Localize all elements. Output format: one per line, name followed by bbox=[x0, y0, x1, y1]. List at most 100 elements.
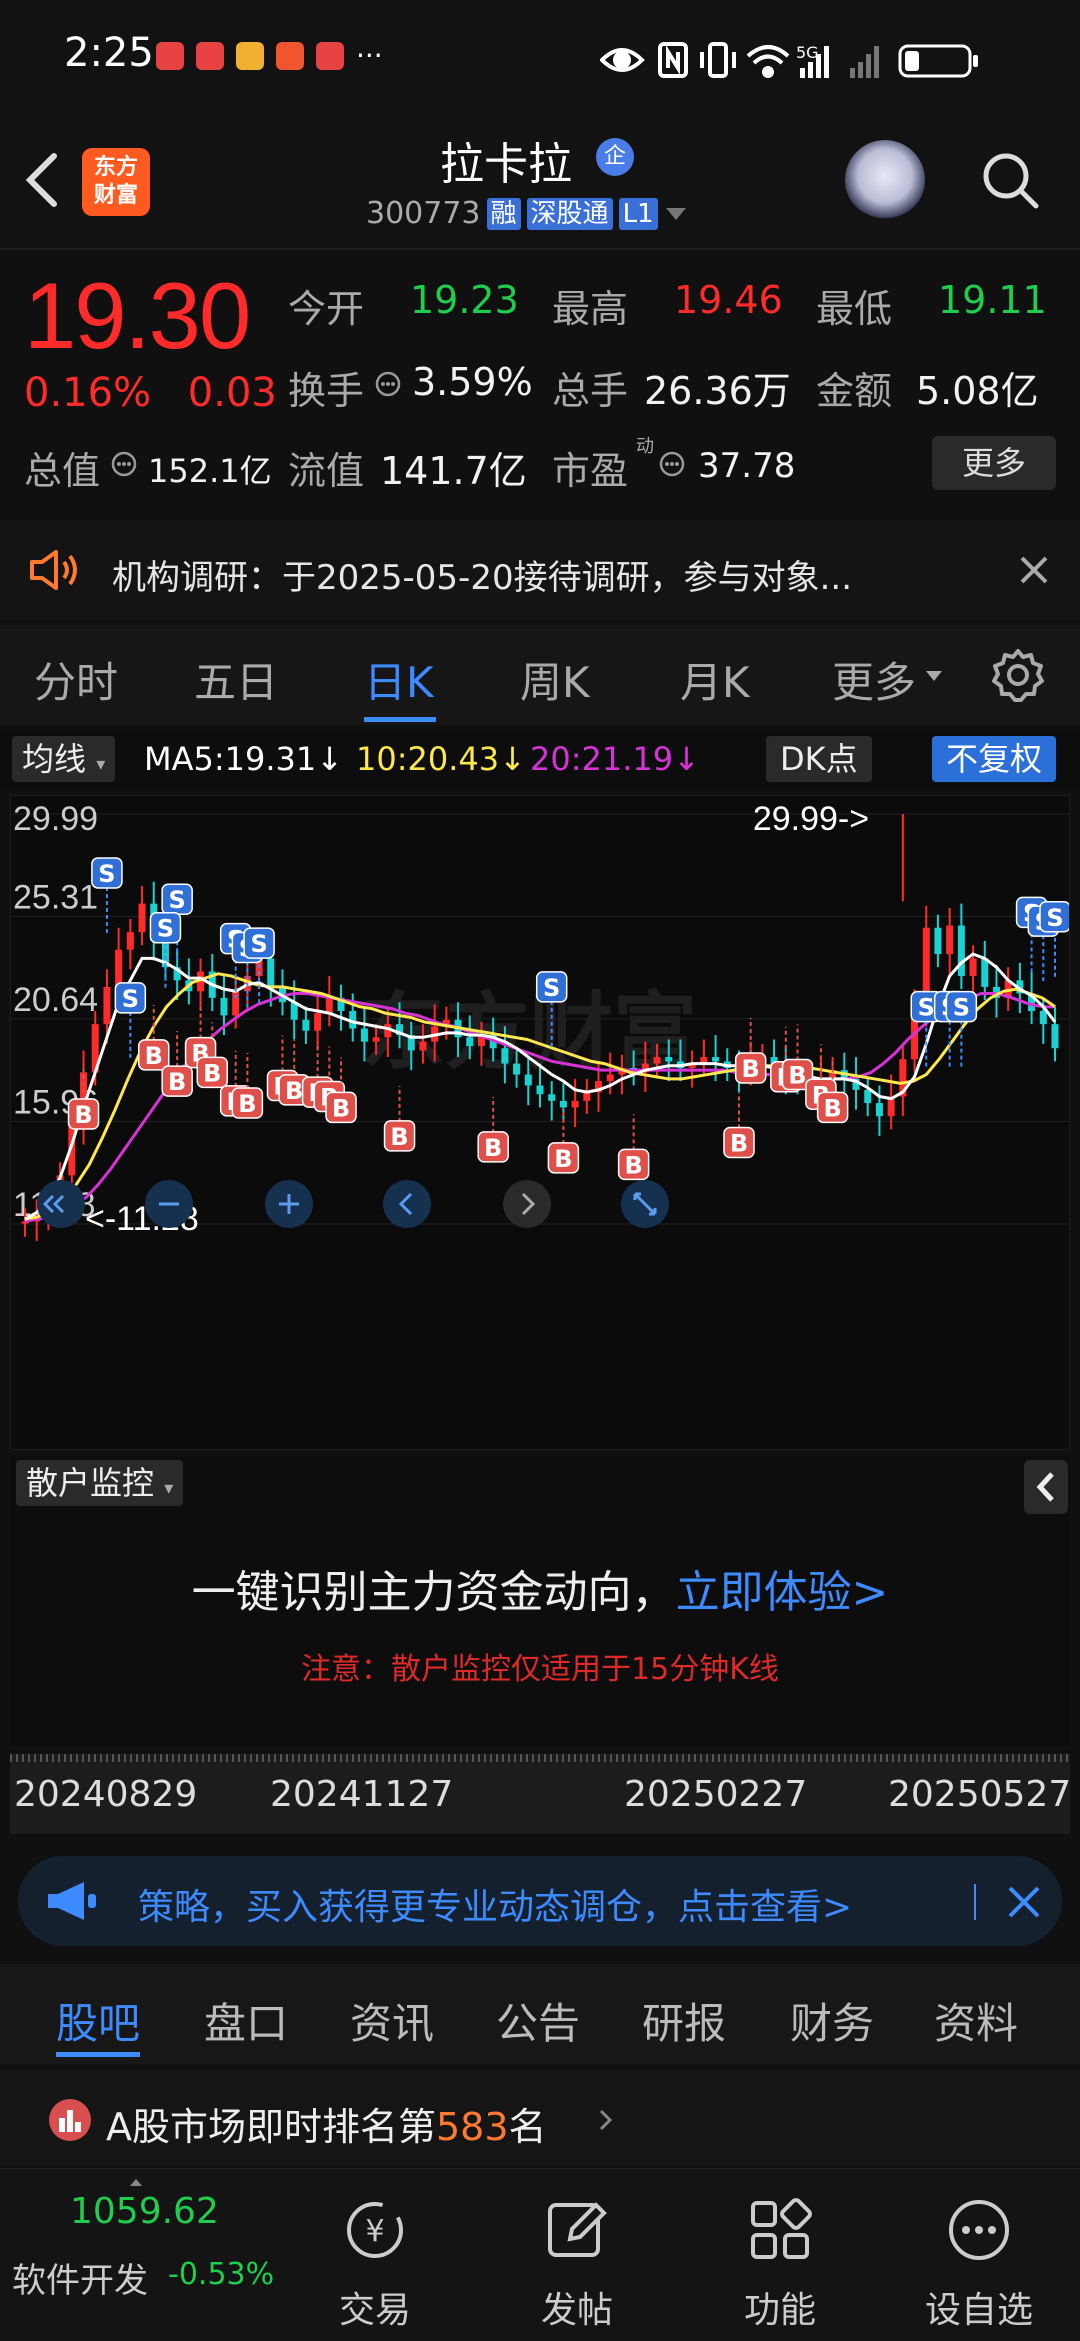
rank-text: A股市场即时排名第583名 bbox=[106, 2096, 547, 2151]
post-icon[interactable] bbox=[542, 2195, 612, 2265]
candle-body bbox=[267, 958, 275, 987]
stock-code-row[interactable]: 300773 融 深股通 L1 bbox=[366, 196, 688, 231]
volume-label: 总手 bbox=[552, 369, 629, 413]
buy-signal-label: B bbox=[624, 1151, 642, 1179]
sector-change: -0.53% bbox=[168, 2257, 275, 2292]
nav-add-watchlist[interactable]: 设自选 bbox=[909, 2281, 1049, 2333]
sector-name[interactable]: 软件开发 bbox=[12, 2253, 148, 2302]
fullscreen-button[interactable] bbox=[621, 1180, 669, 1228]
tab-intraday[interactable]: 分时 bbox=[34, 649, 118, 710]
buy-signal-label: B bbox=[788, 1062, 806, 1090]
no-adjust-button[interactable]: 不复权 bbox=[932, 736, 1057, 782]
strategy-banner[interactable]: 策略，买入获得更专业动态调仓，点击查看> bbox=[18, 1856, 1062, 1946]
logo-line: 东方 bbox=[93, 155, 138, 180]
info-icon[interactable] bbox=[374, 370, 402, 398]
candle-body bbox=[501, 1048, 509, 1064]
nav-trade[interactable]: 交易 bbox=[305, 2281, 445, 2333]
ma-selector-label: 均线 bbox=[22, 740, 87, 778]
ma-selector[interactable]: 均线 ▾ bbox=[12, 736, 116, 782]
notice-text: 机构调研：于2025-05-20接待调研，参与对象... bbox=[112, 558, 853, 598]
more-circle-icon[interactable] bbox=[944, 2195, 1014, 2265]
vibrate-icon bbox=[700, 42, 736, 78]
ma10-text: 10:20.43 bbox=[356, 740, 500, 778]
amount-value: 5.08亿 bbox=[916, 369, 1039, 413]
rewind-button[interactable] bbox=[37, 1180, 85, 1228]
indicator-selector[interactable]: 散户监控 ▾ bbox=[16, 1460, 184, 1506]
candle-body bbox=[372, 1037, 380, 1042]
zoom-in-button[interactable] bbox=[265, 1180, 313, 1228]
notification-icons: ··· bbox=[156, 42, 383, 70]
speaker-icon bbox=[30, 550, 77, 590]
price-change: 0.16% 0.03 bbox=[24, 370, 277, 416]
info-icon[interactable] bbox=[110, 450, 138, 478]
dk-points-button[interactable]: DK点 bbox=[766, 736, 872, 782]
chevron-right-icon bbox=[599, 2109, 613, 2131]
collapse-arrow-button[interactable] bbox=[1024, 1460, 1068, 1514]
buy-signal-label: B bbox=[74, 1101, 92, 1129]
chart-toolbar: 均线 ▾ MA5:19.31↓ 10:20.43↓ 20:21.19↓ DK点 … bbox=[0, 730, 1080, 790]
high-label: 最高 bbox=[552, 287, 629, 331]
app-logo[interactable]: 东方 财富 bbox=[82, 148, 150, 216]
info-icon[interactable] bbox=[658, 450, 686, 478]
sell-signal-label: S bbox=[250, 930, 267, 958]
candle-body bbox=[571, 1100, 579, 1108]
tab-five-day[interactable]: 五日 bbox=[194, 649, 278, 710]
back-icon[interactable] bbox=[22, 150, 62, 210]
zoom-out-button[interactable] bbox=[145, 1180, 193, 1228]
gear-icon[interactable] bbox=[990, 647, 1046, 703]
tab-guba[interactable]: 股吧 bbox=[56, 1990, 140, 2051]
buy-signal-label: B bbox=[823, 1094, 841, 1122]
system-status-icons: 5G bbox=[600, 42, 978, 78]
tab-more[interactable]: 更多 bbox=[832, 649, 916, 710]
tab-announcements[interactable]: 公告 bbox=[496, 1990, 580, 2051]
next-button[interactable] bbox=[503, 1180, 551, 1228]
function-grid-icon[interactable] bbox=[745, 2195, 815, 2265]
tab-daily-k[interactable]: 日K bbox=[364, 649, 434, 710]
candle-body bbox=[536, 1085, 544, 1095]
amount-label: 金额 bbox=[816, 369, 893, 413]
turnover-value: 3.59% bbox=[412, 360, 533, 404]
ma20-value: 20:21.19↓ bbox=[530, 740, 700, 778]
tab-financials[interactable]: 财务 bbox=[790, 1990, 874, 2051]
tab-research[interactable]: 研报 bbox=[642, 1990, 726, 2051]
tab-news[interactable]: 资讯 bbox=[350, 1990, 434, 2051]
caret-up-icon bbox=[130, 2179, 142, 2186]
nav-function[interactable]: 功能 bbox=[710, 2281, 850, 2333]
status-bar: 2:25 ··· 5G bbox=[0, 0, 1080, 120]
open-value: 19.23 bbox=[410, 278, 519, 322]
rank-prefix: A股市场即时排名第 bbox=[106, 2105, 436, 2149]
tab-monthly-k[interactable]: 月K bbox=[680, 649, 750, 710]
volume-value: 26.36万 bbox=[644, 369, 791, 413]
search-icon[interactable] bbox=[980, 150, 1040, 210]
kline-chart[interactable]: 29.9925.3120.6415.9611.28东方财富SSSSSSSSSSS… bbox=[10, 795, 1070, 1450]
sector-index-value[interactable]: 1059.62 bbox=[70, 2191, 219, 2232]
date-tick: 20250227 bbox=[624, 1774, 808, 1815]
open-label: 今开 bbox=[288, 287, 365, 331]
notice-banner[interactable]: 机构调研：于2025-05-20接待调研，参与对象... bbox=[0, 520, 1080, 620]
change-amount: 0.03 bbox=[187, 370, 277, 416]
buy-signal-label: B bbox=[332, 1094, 350, 1122]
tab-pankou[interactable]: 盘口 bbox=[204, 1990, 288, 2051]
y-tick-label: 20.64 bbox=[13, 981, 98, 1019]
max-annotation: 29.99-> bbox=[753, 800, 869, 838]
monitor-headline: 一键识别主力资金动向， bbox=[191, 1567, 676, 1618]
trade-icon[interactable]: ¥ bbox=[340, 2195, 410, 2265]
assistant-avatar[interactable] bbox=[845, 140, 925, 220]
weibo-icon bbox=[236, 42, 264, 70]
close-icon[interactable] bbox=[1018, 554, 1050, 586]
tab-weekly-k[interactable]: 周K bbox=[520, 649, 590, 710]
sell-signal-label: S bbox=[98, 860, 115, 888]
more-quote-button[interactable]: 更多 bbox=[932, 436, 1056, 490]
date-tick: 20240829 bbox=[14, 1774, 198, 1815]
prev-button[interactable] bbox=[383, 1180, 431, 1228]
y-tick-label: 25.31 bbox=[13, 879, 98, 917]
close-icon[interactable] bbox=[1006, 1884, 1042, 1920]
retail-monitor-panel: 散户监控 ▾ 一键识别主力资金动向，立即体验> 注意：散户监控仅适用于15分钟K… bbox=[10, 1456, 1070, 1746]
market-rank-row[interactable]: A股市场即时排名第583名 bbox=[0, 2070, 1080, 2166]
tab-profile[interactable]: 资料 bbox=[934, 1990, 1018, 2051]
buy-signal-label: B bbox=[730, 1129, 748, 1157]
chevron-down-icon bbox=[926, 671, 942, 681]
try-now-link[interactable]: 立即体验> bbox=[676, 1567, 889, 1618]
nav-post[interactable]: 发帖 bbox=[507, 2281, 647, 2333]
margin-tag: 融 bbox=[486, 197, 521, 230]
